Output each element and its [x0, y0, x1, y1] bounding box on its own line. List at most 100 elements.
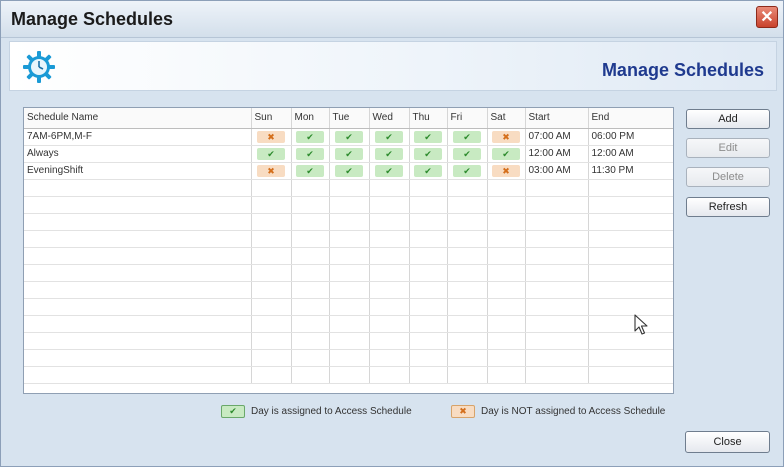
empty-cell: [329, 298, 370, 316]
empty-cell: [291, 281, 330, 299]
empty-cell: [251, 349, 292, 367]
empty-cell: [251, 213, 292, 231]
empty-cell: [588, 349, 673, 367]
table-row[interactable]: [24, 298, 673, 316]
edit-button[interactable]: Edit: [686, 138, 770, 158]
end-time-cell: 06:00 PM: [588, 128, 673, 146]
header-banner: Manage Schedules: [9, 41, 777, 91]
column-header[interactable]: Start: [525, 108, 589, 129]
table-row[interactable]: [24, 264, 673, 282]
empty-cell: [409, 196, 448, 214]
empty-cell: [487, 366, 526, 384]
grid-body: 7AM-6PM,M-F ✖ ✔ ✔ ✔ ✔ ✔ ✖ 07:00 AM 06:00 PM Always…: [24, 128, 673, 384]
column-header[interactable]: Thu: [409, 108, 448, 129]
day-cell: ✔: [291, 128, 330, 146]
column-header[interactable]: Sat: [487, 108, 526, 129]
table-row[interactable]: [24, 179, 673, 197]
empty-cell: [525, 213, 589, 231]
day-cell: ✔: [369, 128, 410, 146]
end-time-cell: 12:00 AM: [588, 145, 673, 163]
column-header[interactable]: Schedule Name: [24, 108, 252, 129]
table-row[interactable]: [24, 332, 673, 350]
check-icon: ✔: [453, 130, 481, 143]
empty-cell: [291, 349, 330, 367]
table-row[interactable]: [24, 366, 673, 384]
column-header[interactable]: Wed: [369, 108, 410, 129]
empty-cell: [525, 179, 589, 197]
legend-not-assigned: ✖ Day is NOT assigned to Access Schedule: [451, 405, 665, 418]
check-icon: ✔: [375, 130, 403, 143]
empty-cell: [291, 264, 330, 282]
empty-cell: [329, 247, 370, 265]
schedule-grid[interactable]: Schedule Name Sun Mon Tue Wed Thu Fri Sa…: [23, 107, 674, 394]
table-row[interactable]: [24, 230, 673, 248]
schedule-name-cell: Always: [24, 145, 252, 163]
table-row[interactable]: EveningShift ✖ ✔ ✔ ✔ ✔ ✔ ✖ 03:00 AM 11:30 PM: [24, 162, 673, 180]
column-header[interactable]: Fri: [447, 108, 488, 129]
header-title: Manage Schedules: [601, 60, 764, 80]
table-row[interactable]: [24, 315, 673, 333]
empty-cell: [251, 281, 292, 299]
empty-cell: [588, 281, 673, 299]
check-icon: ✔: [414, 164, 442, 177]
empty-cell: [369, 332, 410, 350]
empty-cell: [24, 315, 252, 333]
check-icon: ✔: [335, 147, 363, 160]
empty-cell: [369, 179, 410, 197]
window-title: Manage Schedules: [11, 9, 174, 29]
day-cell: ✔: [447, 145, 488, 163]
close-window-button[interactable]: ✕: [756, 6, 778, 28]
empty-cell: [525, 349, 589, 367]
empty-cell: [525, 247, 589, 265]
close-button[interactable]: Close: [685, 431, 770, 453]
add-button[interactable]: Add: [686, 109, 770, 129]
empty-cell: [291, 315, 330, 333]
empty-cell: [251, 230, 292, 248]
start-time-cell: 07:00 AM: [525, 128, 589, 146]
empty-cell: [329, 196, 370, 214]
refresh-button[interactable]: Refresh: [686, 197, 770, 217]
day-cell: ✖: [251, 128, 292, 146]
check-icon: ✔: [335, 164, 363, 177]
empty-cell: [251, 196, 292, 214]
empty-cell: [251, 264, 292, 282]
empty-cell: [409, 281, 448, 299]
empty-cell: [525, 366, 589, 384]
delete-button[interactable]: Delete: [686, 167, 770, 187]
table-row[interactable]: 7AM-6PM,M-F ✖ ✔ ✔ ✔ ✔ ✔ ✖ 07:00 AM 06:00 PM: [24, 128, 673, 146]
empty-cell: [291, 213, 330, 231]
empty-cell: [588, 264, 673, 282]
check-icon: ✔: [335, 130, 363, 143]
table-row[interactable]: [24, 247, 673, 265]
legend-assigned: ✔ Day is assigned to Access Schedule: [221, 405, 412, 418]
empty-cell: [588, 230, 673, 248]
table-row[interactable]: [24, 281, 673, 299]
clock-icon: [23, 51, 55, 83]
empty-cell: [251, 315, 292, 333]
column-header[interactable]: Tue: [329, 108, 370, 129]
empty-cell: [409, 247, 448, 265]
column-header[interactable]: Sun: [251, 108, 292, 129]
empty-cell: [291, 298, 330, 316]
empty-cell: [525, 196, 589, 214]
empty-cell: [329, 349, 370, 367]
column-header[interactable]: End: [588, 108, 673, 129]
day-cell: ✔: [291, 145, 330, 163]
table-row[interactable]: Always ✔ ✔ ✔ ✔ ✔ ✔ ✔ 12:00 AM 12:00 AM: [24, 145, 673, 163]
empty-cell: [487, 213, 526, 231]
empty-cell: [588, 315, 673, 333]
table-row[interactable]: [24, 213, 673, 231]
empty-cell: [369, 366, 410, 384]
day-cell: ✔: [409, 145, 448, 163]
table-row[interactable]: [24, 196, 673, 214]
empty-cell: [291, 332, 330, 350]
schedule-name-cell: EveningShift: [24, 162, 252, 180]
cross-icon: ✖: [492, 130, 520, 143]
column-header[interactable]: Mon: [291, 108, 330, 129]
table-row[interactable]: [24, 349, 673, 367]
start-time-cell: 12:00 AM: [525, 145, 589, 163]
empty-cell: [487, 247, 526, 265]
legend-assigned-label: Day is assigned to Access Schedule: [251, 406, 412, 418]
empty-cell: [369, 281, 410, 299]
title-bar[interactable]: Manage Schedules ✕: [1, 1, 783, 38]
